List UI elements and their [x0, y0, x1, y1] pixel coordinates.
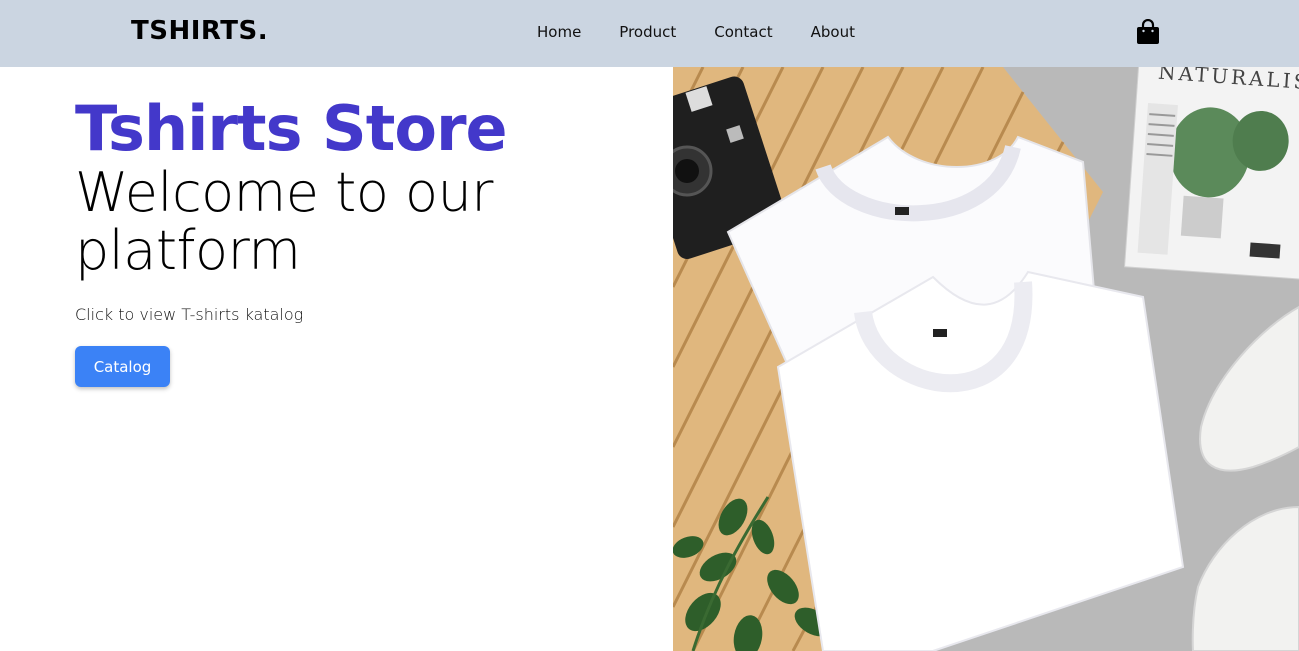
hero-description: Click to view T-shirts katalog — [75, 305, 304, 324]
nav-link-product[interactable]: Product — [619, 23, 676, 41]
catalog-button[interactable]: Catalog — [75, 346, 170, 387]
nav-link-home[interactable]: Home — [537, 23, 581, 41]
nav-links: Home Product Contact About — [537, 23, 855, 41]
hero-section: Tshirts Store Welcome to our platform Cl… — [75, 94, 635, 387]
shopping-bag-icon[interactable] — [1136, 18, 1160, 45]
hero-subtitle: Welcome to our platform — [75, 161, 494, 282]
nav-link-about[interactable]: About — [811, 23, 855, 41]
hero-title: Tshirts Store — [75, 92, 508, 165]
nav-link-contact[interactable]: Contact — [714, 23, 772, 41]
hero-image-tshirts: NATURALIS — [673, 67, 1299, 651]
navbar: TSHIRTS. Home Product Contact About — [0, 0, 1299, 67]
site-logo[interactable]: TSHIRTS. — [131, 16, 268, 46]
